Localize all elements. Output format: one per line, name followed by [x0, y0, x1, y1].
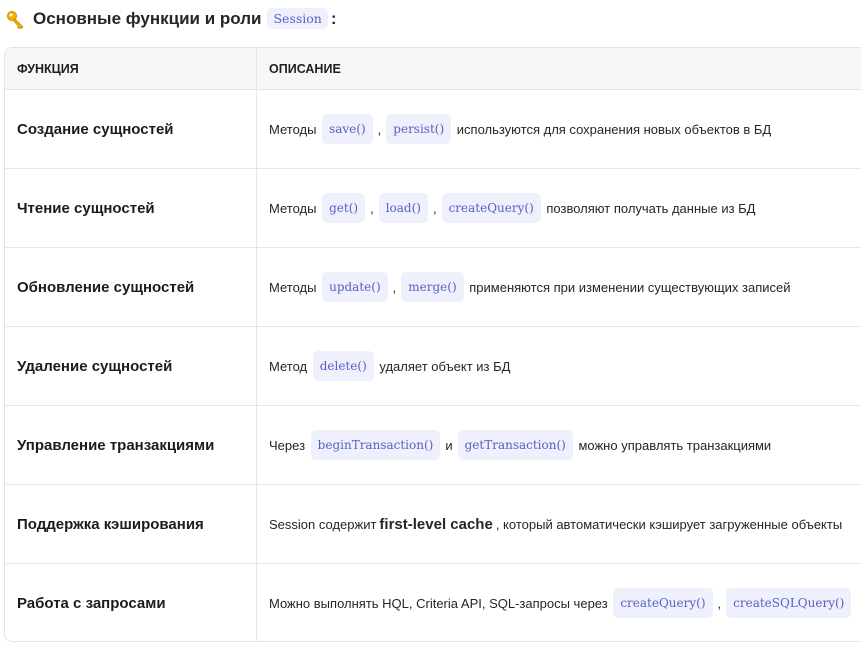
function-cell: Работа с запросами: [5, 564, 257, 641]
function-cell: Поддержка кэширования: [5, 485, 257, 563]
table-header-row: ФУНКЦИЯ ОПИСАНИЕ: [5, 48, 861, 89]
description-cell: Методы get() , load() , createQuery() по…: [257, 169, 861, 247]
separator: ,: [432, 200, 437, 216]
heading-code: Session: [267, 8, 328, 29]
code-inline: get(): [322, 193, 366, 223]
code-inline: getTransaction(): [457, 430, 573, 460]
heading-text: Основные функции и роли: [33, 8, 262, 28]
key-icon: [7, 10, 24, 29]
separator: ,: [370, 200, 374, 216]
table-row: Создание сущностей Методы save() , persi…: [5, 89, 861, 168]
code-inline: load(): [378, 193, 428, 223]
section-heading: Основные функции и роли Session :: [6, 8, 337, 29]
description-cell: Методы update() , merge() применяются пр…: [257, 248, 861, 326]
desc-text: Методы: [269, 279, 317, 295]
code-inline: createQuery(): [613, 588, 713, 618]
desc-text: Методы: [269, 121, 317, 137]
separator: ,: [717, 595, 722, 611]
desc-text: удаляет объект из БД: [379, 358, 511, 374]
table-row: Удаление сущностей Метод delete() удаляе…: [5, 326, 861, 405]
separator: и: [445, 437, 453, 453]
code-inline: createSQLQuery(): [726, 588, 852, 618]
separator: ,: [377, 121, 382, 137]
description-cell: Метод delete() удаляет объект из БД: [257, 327, 861, 405]
desc-text: Session содержит: [269, 516, 377, 532]
table-row: Работа с запросами Можно выполнять HQL, …: [5, 563, 861, 641]
desc-text: Можно выполнять HQL, Criteria API, SQL-з…: [269, 595, 608, 611]
description-cell: Через beginTransaction() и getTransactio…: [257, 406, 861, 484]
code-inline: createQuery(): [441, 193, 541, 223]
description-cell: Методы save() , persist() используются д…: [257, 90, 861, 168]
bold-term: first-level cache: [379, 515, 493, 533]
desc-text: позволяют получать данные из БД: [546, 200, 756, 216]
desc-text: , который автоматически кэширует загруже…: [495, 516, 843, 532]
column-header-function: ФУНКЦИЯ: [5, 48, 257, 89]
description-cell: Можно выполнять HQL, Criteria API, SQL-з…: [257, 564, 861, 641]
function-cell: Создание сущностей: [5, 90, 257, 168]
table-row: Обновление сущностей Методы update() , m…: [5, 247, 861, 326]
description-cell: Session содержит first-level cache , кот…: [257, 485, 861, 563]
desc-text: Метод: [269, 358, 308, 374]
function-cell: Чтение сущностей: [5, 169, 257, 247]
code-inline: delete(): [312, 351, 374, 381]
desc-text: используются для сохранения новых объект…: [456, 121, 772, 137]
desc-text: применяются при изменении существующих з…: [469, 279, 791, 295]
function-cell: Управление транзакциями: [5, 406, 257, 484]
heading-colon: :: [330, 8, 337, 28]
code-inline: update(): [322, 272, 388, 302]
table-row: Чтение сущностей Методы get() , load() ,…: [5, 168, 861, 247]
table-row: Управление транзакциями Через beginTrans…: [5, 405, 861, 484]
code-inline: persist(): [386, 114, 452, 144]
column-header-description: ОПИСАНИЕ: [269, 61, 341, 76]
code-inline: beginTransaction(): [310, 430, 441, 460]
functions-table: ФУНКЦИЯ ОПИСАНИЕ Создание сущностей Мето…: [4, 47, 861, 642]
function-cell: Обновление сущностей: [5, 248, 257, 326]
desc-text: Через: [269, 437, 306, 453]
desc-text: можно управлять транзакциями: [578, 437, 772, 453]
separator: ,: [392, 279, 397, 295]
code-inline: merge(): [401, 272, 464, 302]
desc-text: Методы: [269, 200, 317, 216]
code-inline: save(): [322, 114, 373, 144]
function-cell: Удаление сущностей: [5, 327, 257, 405]
table-row: Поддержка кэширования Session содержит f…: [5, 484, 861, 563]
